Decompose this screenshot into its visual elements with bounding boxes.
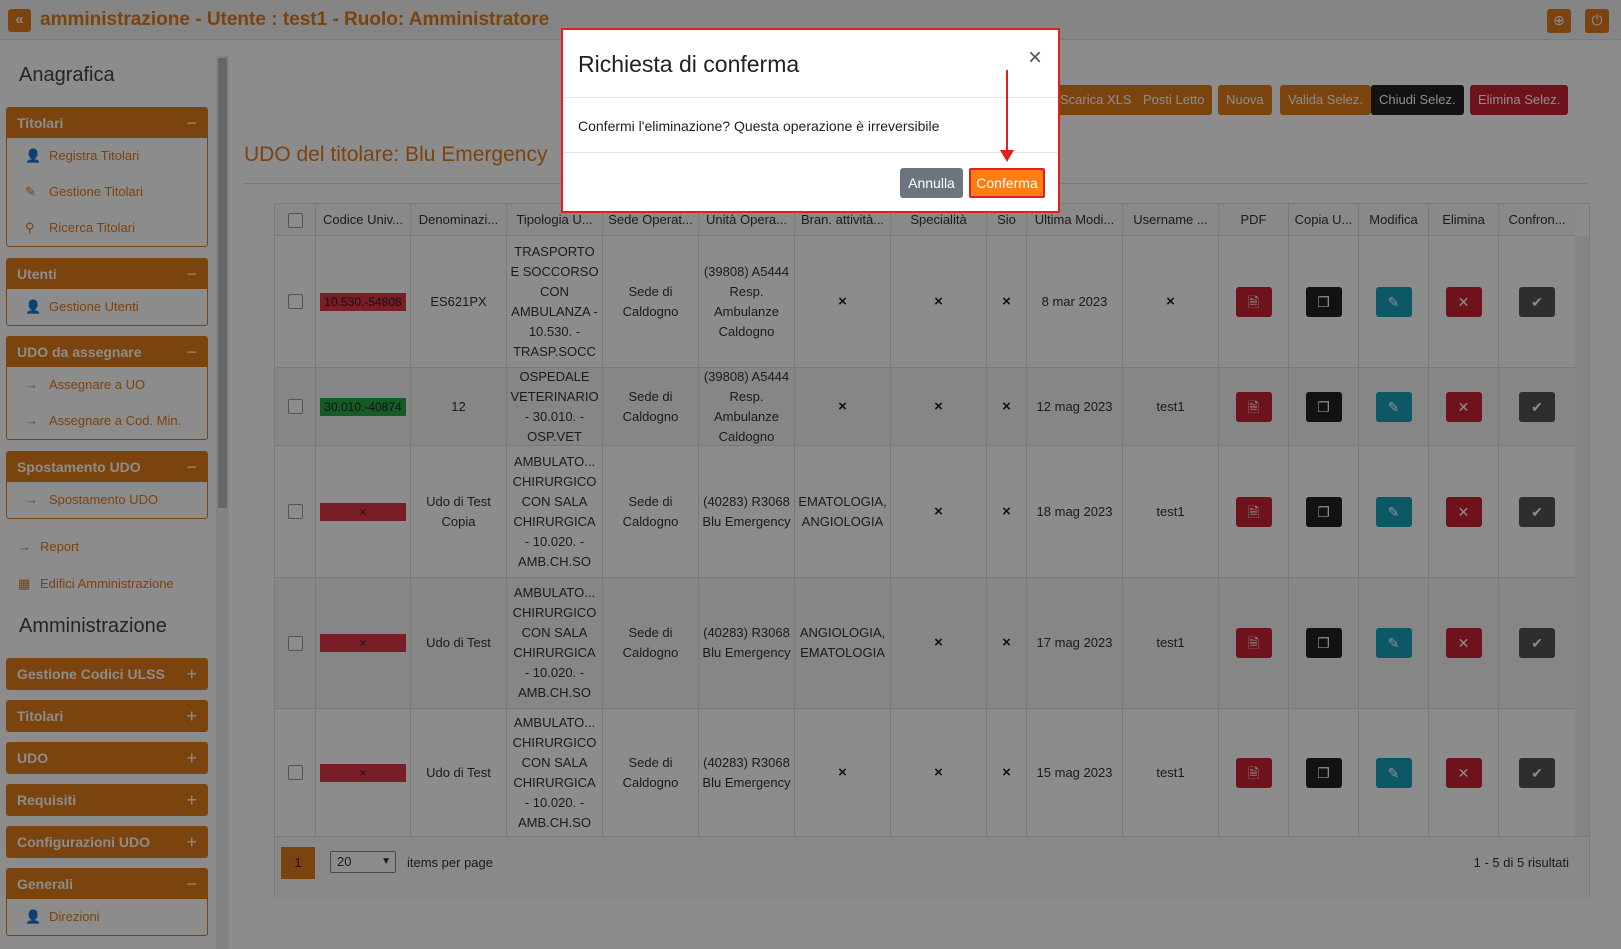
conferma-button[interactable]: Conferma — [969, 168, 1045, 198]
dialog-message: Confermi l'eliminazione? Questa operazio… — [578, 118, 940, 134]
annulla-button[interactable]: Annulla — [900, 168, 963, 198]
annotation-arrow-line — [1006, 70, 1008, 152]
dialog-header: Richiesta di conferma × — [563, 30, 1058, 98]
close-icon[interactable]: × — [1028, 46, 1042, 70]
annotation-arrow-head — [1000, 150, 1014, 162]
dialog-divider — [563, 152, 1058, 153]
dialog-title: Richiesta di conferma — [578, 51, 800, 77]
confirm-dialog: Richiesta di conferma × Confermi l'elimi… — [561, 28, 1060, 213]
app-window: « amministrazione - Utente : test1 - Ruo… — [0, 0, 1621, 949]
